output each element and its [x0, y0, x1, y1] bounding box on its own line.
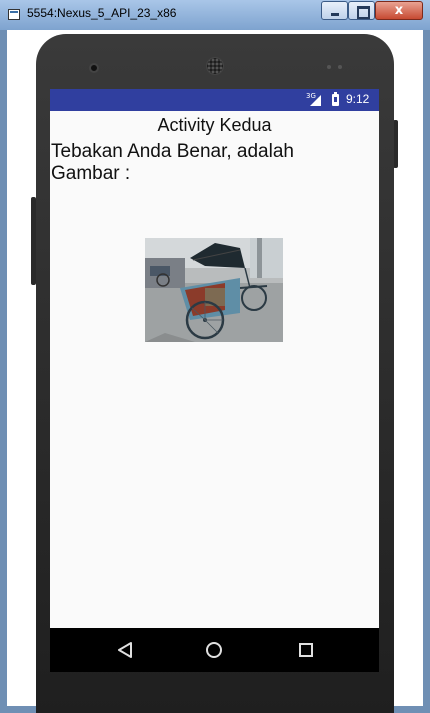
sensor-dot: [327, 65, 331, 69]
front-camera-icon: [89, 63, 99, 73]
sensor-dot: [338, 65, 342, 69]
recent-apps-icon[interactable]: [299, 643, 313, 657]
home-icon[interactable]: [206, 642, 222, 658]
device-screen: 3G 9:12 Activity Kedua Tebakan Anda Bena…: [50, 89, 379, 671]
becak-image: [145, 238, 283, 342]
window-titlebar[interactable]: 5554:Nexus_5_API_23_x86 x: [0, 0, 430, 30]
battery-icon: [332, 92, 339, 106]
speaker-grille: [206, 57, 224, 75]
window-title: 5554:Nexus_5_API_23_x86: [27, 6, 177, 20]
navigation-bar: [50, 628, 379, 672]
status-time: 9:12: [346, 92, 370, 106]
maximize-button[interactable]: [348, 1, 375, 20]
close-icon: x: [394, 3, 404, 18]
window-app-icon: [8, 9, 20, 20]
minimize-button[interactable]: [321, 1, 348, 20]
signal-icon: [310, 95, 321, 106]
back-icon[interactable]: [117, 641, 133, 663]
activity-title: Activity Kedua: [157, 115, 272, 135]
status-bar: 3G 9:12: [50, 89, 379, 111]
result-text: Tebakan Anda Benar, adalah Gambar :: [51, 141, 294, 184]
close-button[interactable]: x: [375, 1, 423, 20]
